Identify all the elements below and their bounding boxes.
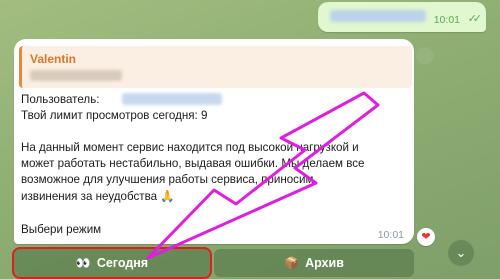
annotation-arrow-shape — [146, 91, 380, 260]
annotation-arrow — [146, 91, 380, 260]
